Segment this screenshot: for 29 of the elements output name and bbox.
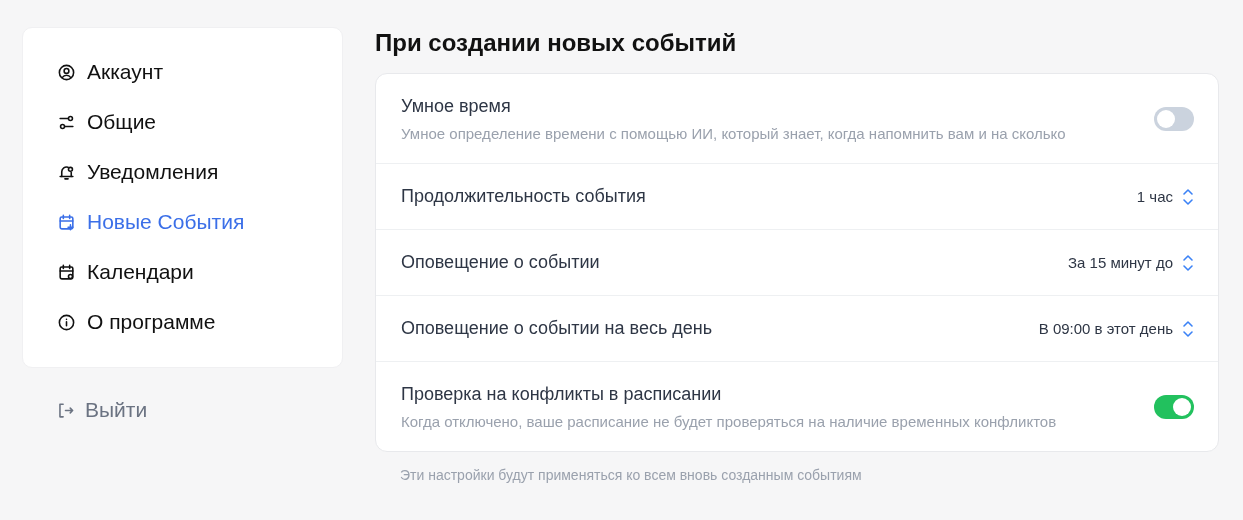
logout-icon xyxy=(56,400,75,420)
calendar-gear-icon xyxy=(57,262,76,282)
setting-label: Продолжительность события xyxy=(401,186,647,207)
sidebar-item[interactable]: О программе xyxy=(57,297,342,347)
updown-chevron-icon xyxy=(1182,319,1194,338)
account-icon xyxy=(57,62,76,82)
setting-description: Умное определение времени с помощью ИИ, который знает, когда напомнить вам и на сколько xyxy=(401,124,1067,142)
select-dropdown[interactable]: За 15 минут до xyxy=(1067,253,1194,272)
select-dropdown[interactable]: 1 час xyxy=(1136,187,1194,206)
info-icon xyxy=(57,312,76,332)
select-dropdown[interactable]: В 09:00 в этот день xyxy=(1038,319,1194,338)
updown-chevron-icon xyxy=(1182,253,1194,272)
setting-label: Оповещение о событии xyxy=(401,252,601,273)
calendar-plus-icon xyxy=(57,212,76,232)
updown-chevron-icon xyxy=(1182,187,1194,206)
setting-label: Оповещение о событии на весь день xyxy=(401,318,714,339)
setting-label: Проверка на конфликты в расписании xyxy=(401,383,723,405)
setting-label: Умное время xyxy=(401,95,512,117)
sidebar-item[interactable]: Уведомления xyxy=(57,147,342,197)
toggle-switch[interactable] xyxy=(1154,394,1194,419)
sidebar-item[interactable]: Календари xyxy=(57,247,342,297)
sidebar-item[interactable]: Новые События xyxy=(57,197,342,247)
footnote: Эти настройки будут применяться ко всем вновь созданным событиям xyxy=(400,467,863,483)
sidebar-item[interactable]: Общие xyxy=(57,97,342,147)
logout-link[interactable]: Выйти xyxy=(56,398,148,422)
toggle-switch[interactable] xyxy=(1154,106,1194,131)
sidebar-item[interactable]: Аккаунт xyxy=(57,47,342,97)
section-title: При создании новых событий xyxy=(375,29,738,57)
setting-description: Когда отключено, ваше расписание не будет проверяться на наличие временных конфликтов xyxy=(401,412,1058,430)
